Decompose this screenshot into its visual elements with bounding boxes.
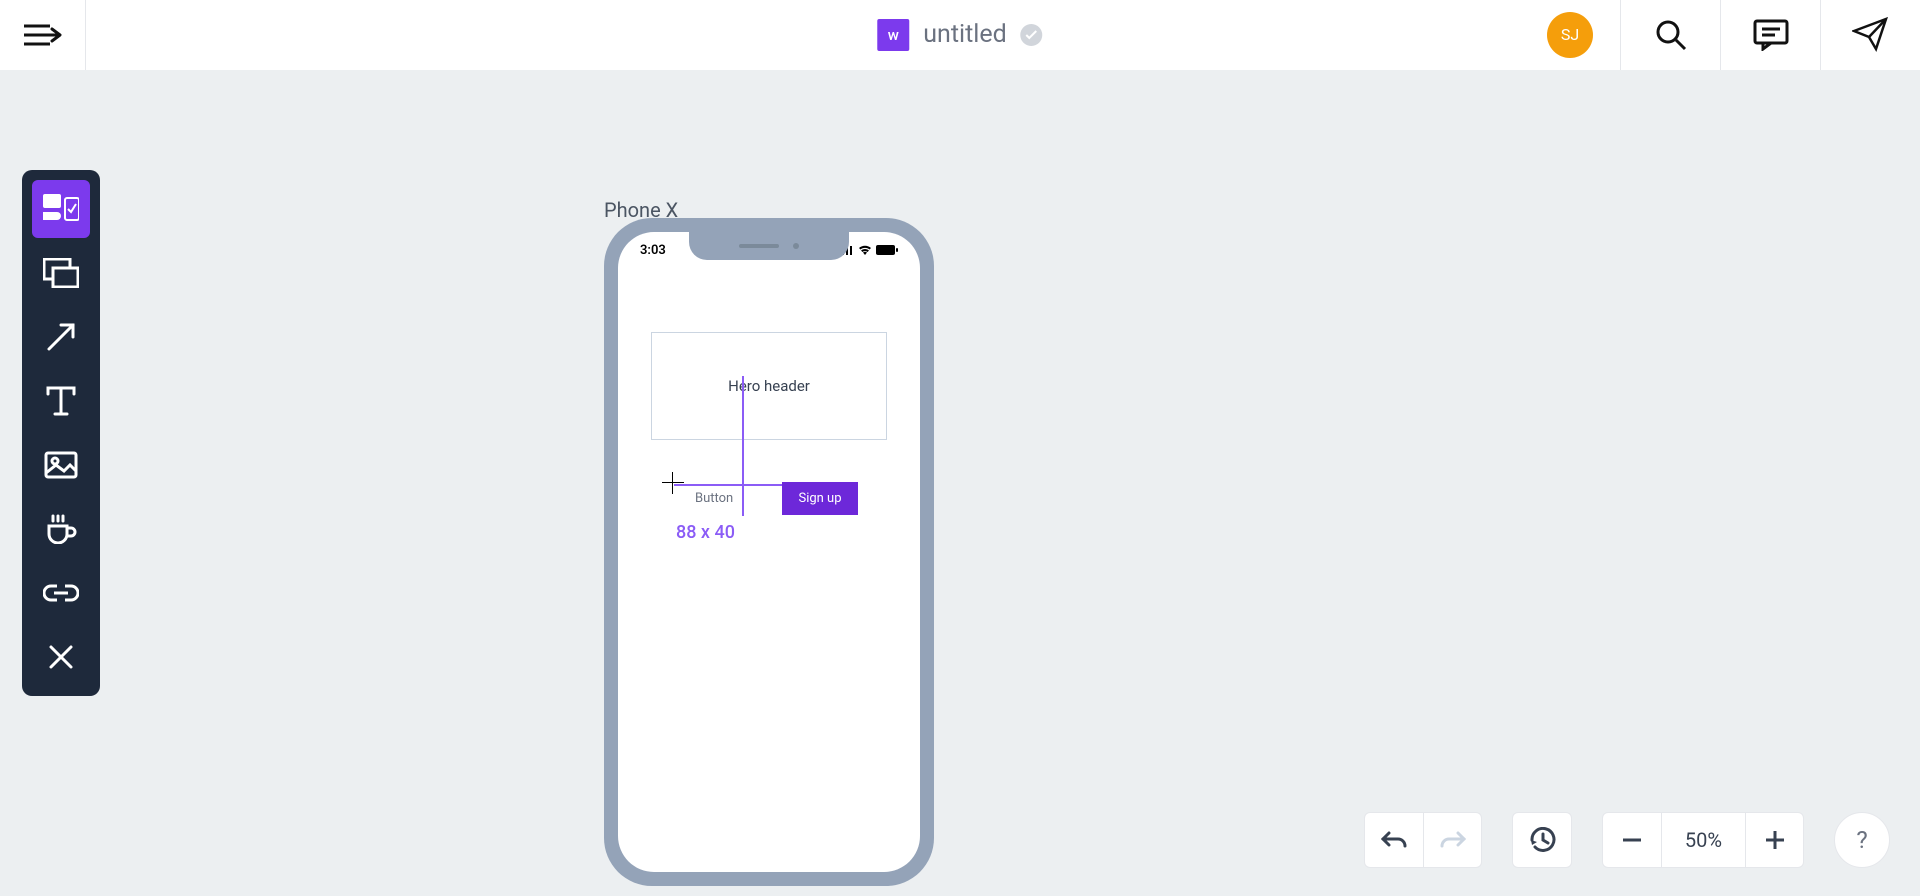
- signup-button-label: Sign up: [798, 491, 841, 506]
- doc-badge: w: [877, 19, 909, 51]
- close-icon: [48, 644, 74, 670]
- bottom-controls: 50% ?: [1364, 812, 1890, 868]
- status-time: 3:03: [640, 243, 666, 258]
- menu-icon: [24, 22, 62, 48]
- tool-components[interactable]: [32, 180, 90, 238]
- undo-redo-group: [1364, 812, 1482, 868]
- document-title-area[interactable]: w untitled: [877, 19, 1042, 51]
- hero-label: Hero header: [728, 377, 810, 395]
- hero-header-block[interactable]: Hero header: [651, 332, 887, 440]
- tool-arrow[interactable]: [32, 308, 90, 366]
- avatar[interactable]: SJ: [1547, 12, 1593, 58]
- tool-close[interactable]: [32, 628, 90, 686]
- tool-palette: [22, 170, 100, 696]
- wifi-icon: [858, 245, 872, 255]
- search-icon: [1654, 18, 1688, 52]
- send-icon: [1852, 17, 1890, 53]
- tool-image[interactable]: [32, 436, 90, 494]
- menu-button[interactable]: [0, 0, 85, 70]
- minus-icon: [1623, 838, 1641, 842]
- zoom-value[interactable]: 50%: [1661, 813, 1745, 867]
- app-header: w untitled SJ: [0, 0, 1920, 70]
- canvas[interactable]: Phone X 3:03 Hero header: [0, 70, 1920, 896]
- chat-icon: [1753, 19, 1789, 51]
- button-ghost-label: Button: [695, 491, 733, 506]
- plus-icon: [1766, 831, 1784, 849]
- history-group: [1512, 812, 1572, 868]
- zoom-group: 50%: [1602, 812, 1804, 868]
- comments-button[interactable]: [1720, 0, 1820, 70]
- battery-icon: [876, 245, 898, 255]
- zoom-out-button[interactable]: [1603, 813, 1661, 867]
- image-icon: [44, 451, 78, 479]
- frame-icon: [43, 258, 79, 288]
- share-button[interactable]: [1820, 0, 1920, 70]
- header-divider: [85, 0, 86, 70]
- size-indicator: 88 x 40: [676, 522, 735, 543]
- arrow-icon: [45, 321, 77, 353]
- components-icon: [43, 194, 79, 224]
- history-icon: [1528, 827, 1556, 853]
- search-button[interactable]: [1620, 0, 1720, 70]
- help-icon: ?: [1856, 826, 1867, 854]
- phone-screen[interactable]: 3:03 Hero header Button Si: [618, 232, 920, 872]
- coffee-icon: [45, 514, 77, 544]
- help-button[interactable]: ?: [1834, 812, 1890, 868]
- button-ghost[interactable]: Button: [680, 482, 780, 515]
- header-right: SJ: [1520, 0, 1920, 70]
- phone-frame: 3:03 Hero header Button Si: [604, 218, 934, 886]
- history-button[interactable]: [1513, 813, 1571, 867]
- tool-icons[interactable]: [32, 500, 90, 558]
- save-status-icon: [1021, 24, 1043, 46]
- tool-text[interactable]: [32, 372, 90, 430]
- tool-frame[interactable]: [32, 244, 90, 302]
- undo-button[interactable]: [1365, 813, 1423, 867]
- zoom-in-button[interactable]: [1745, 813, 1803, 867]
- text-icon: [46, 386, 76, 416]
- redo-button[interactable]: [1423, 813, 1481, 867]
- phone-notch: [689, 232, 849, 260]
- redo-icon: [1440, 829, 1466, 851]
- link-icon: [43, 583, 79, 603]
- doc-title[interactable]: untitled: [923, 20, 1006, 49]
- signup-button[interactable]: Sign up: [782, 482, 858, 515]
- tool-link[interactable]: [32, 564, 90, 622]
- undo-icon: [1381, 829, 1407, 851]
